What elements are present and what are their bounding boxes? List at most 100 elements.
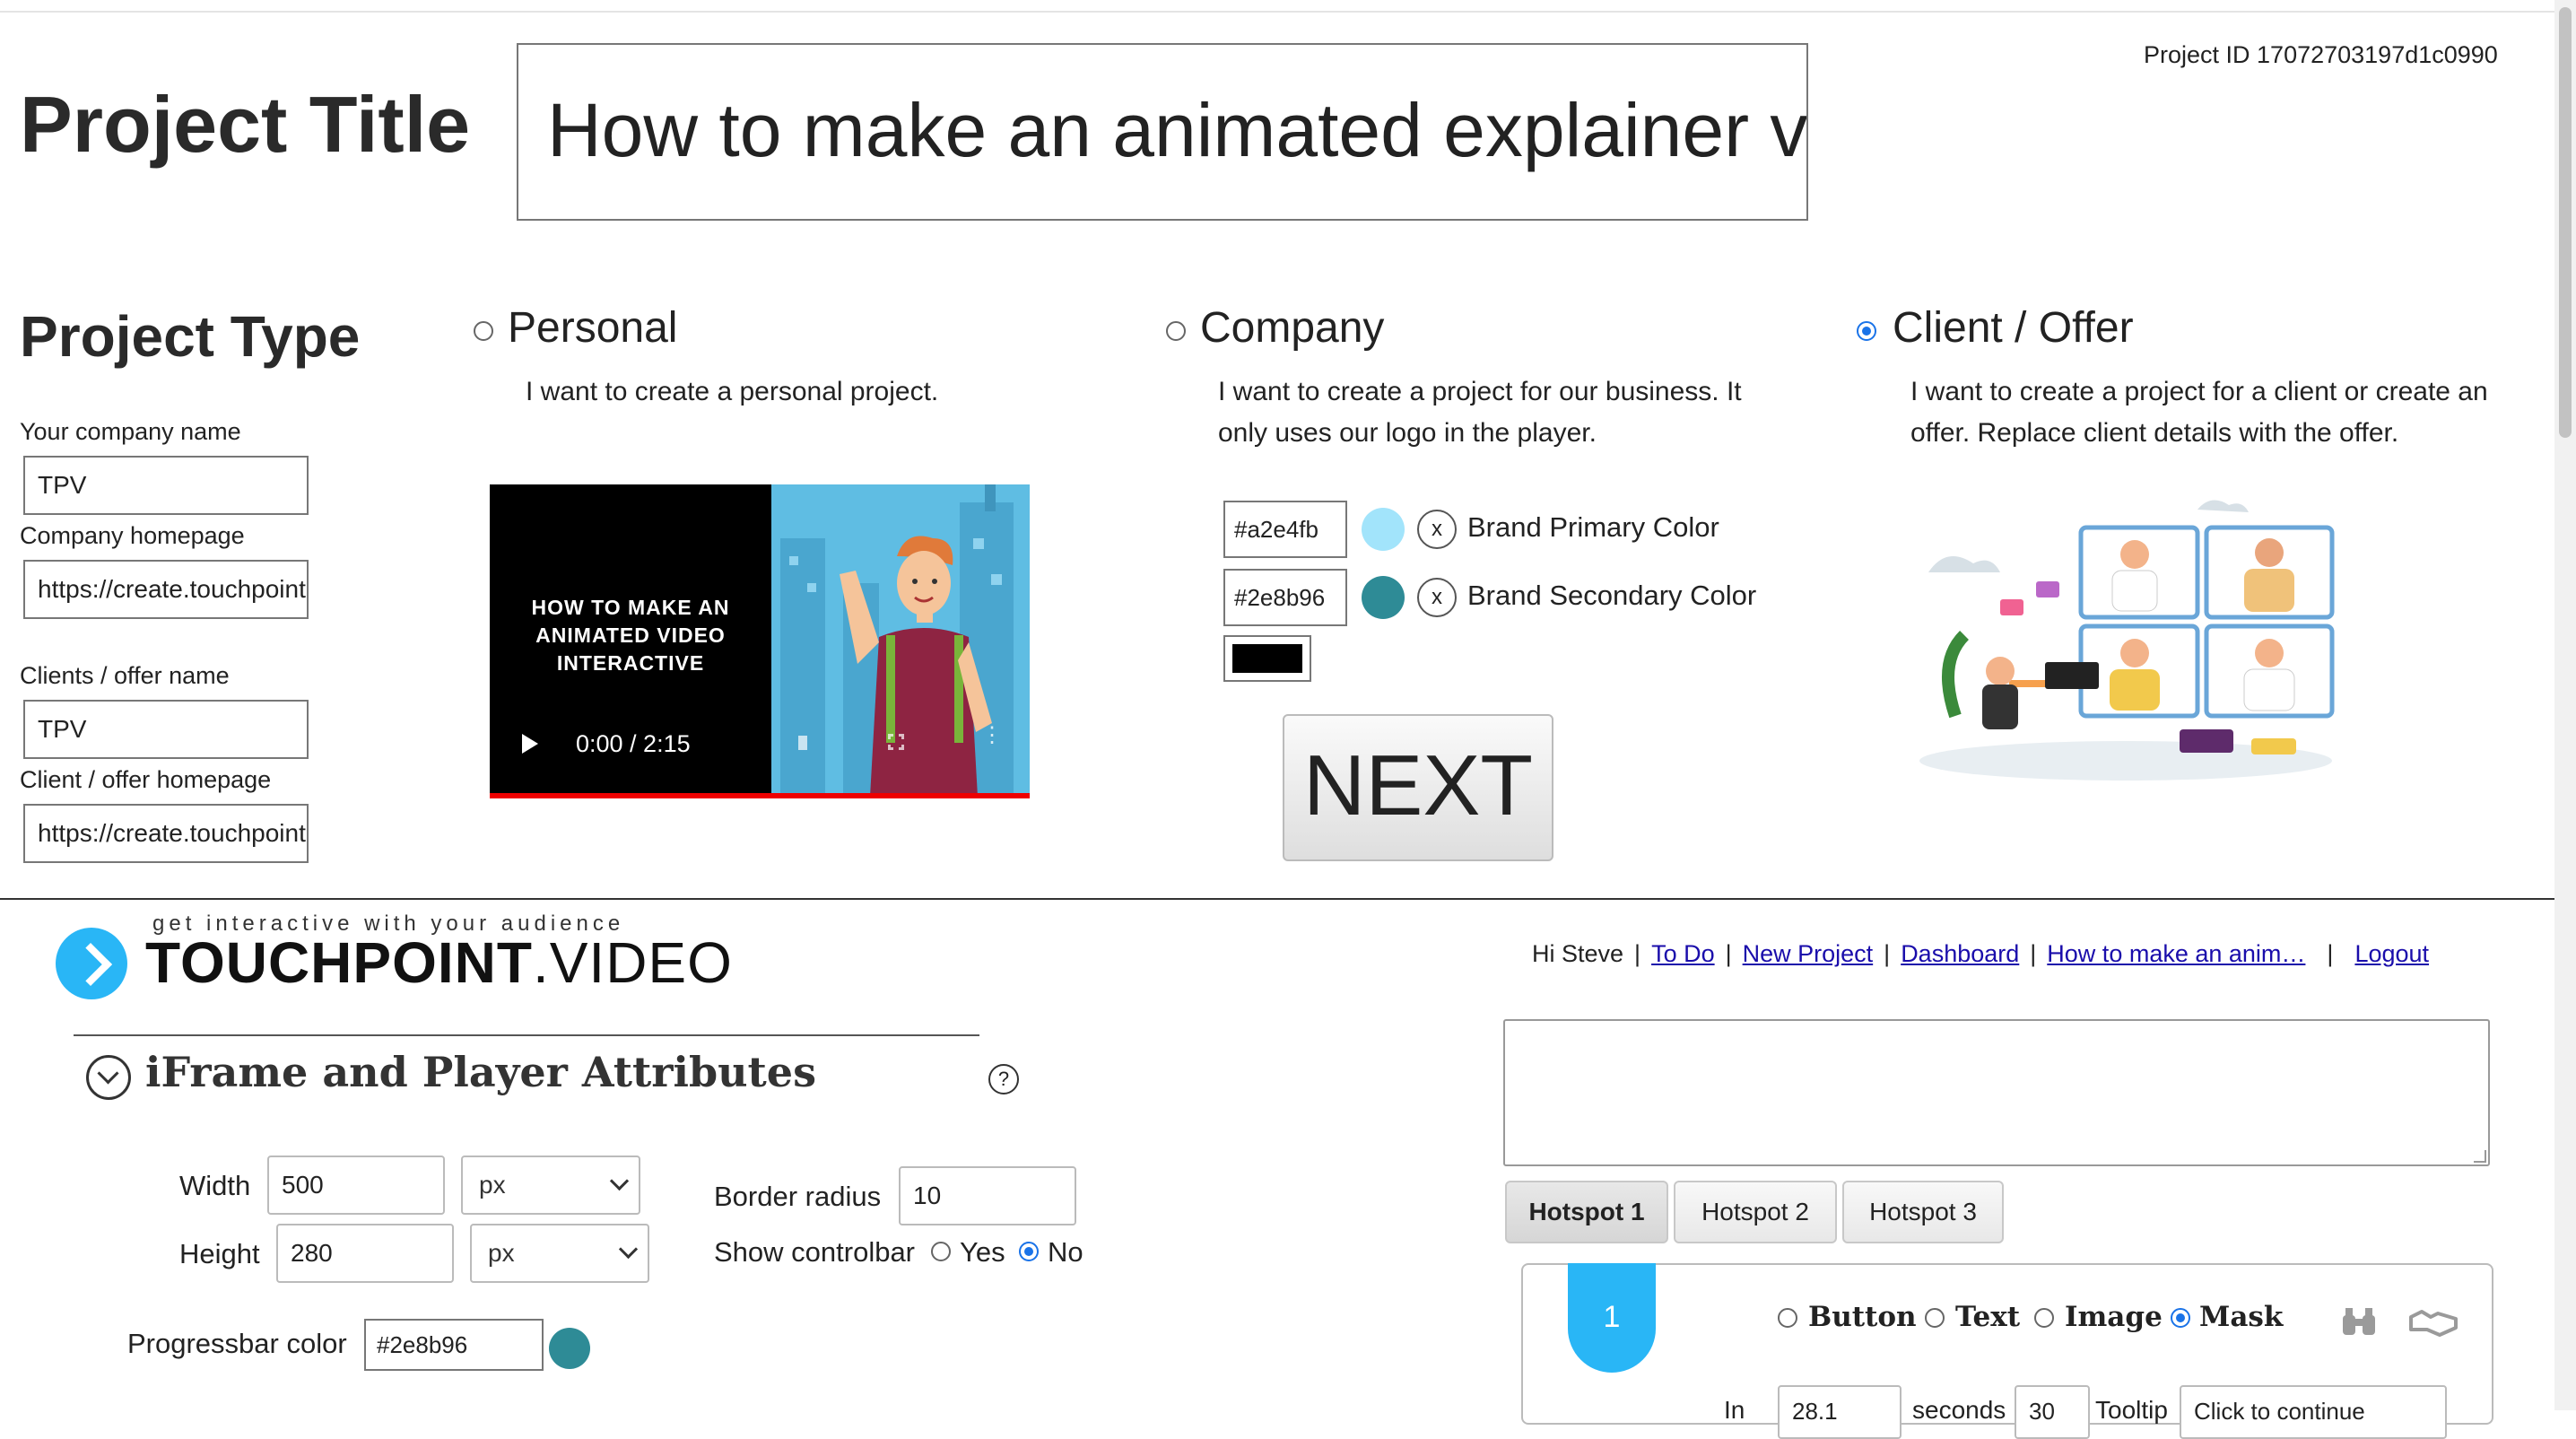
progressbar-color-input[interactable]: #2e8b96 — [364, 1319, 544, 1371]
binoculars-icon[interactable] — [2341, 1306, 2377, 1337]
width-unit-value: px — [479, 1171, 506, 1199]
top-border — [0, 11, 2554, 13]
handshake-icon[interactable] — [2409, 1308, 2458, 1337]
progressbar-color-label: Progressbar color — [127, 1328, 347, 1359]
in-label: In — [1724, 1396, 1745, 1424]
type-button-label: Button — [1808, 1301, 1917, 1333]
section-divider — [0, 898, 2554, 900]
controlbar-no-label: No — [1048, 1236, 1083, 1268]
height-input[interactable]: 280 — [276, 1224, 454, 1283]
brand-secondary-swatch[interactable] — [1362, 576, 1405, 619]
third-color-swatch — [1232, 644, 1302, 673]
company-name-input[interactable]: TPV — [23, 456, 309, 515]
project-title-input[interactable]: How to make an animated explainer video … — [517, 43, 1808, 221]
controlbar-yes-label: Yes — [960, 1236, 1005, 1268]
third-color-picker[interactable] — [1223, 635, 1311, 682]
nav-link-logout[interactable]: Logout — [2354, 940, 2429, 967]
greeting: Hi Steve — [1532, 940, 1624, 967]
type-mask-label: Mask — [2199, 1301, 2284, 1333]
width-unit-select[interactable]: px — [461, 1156, 640, 1215]
type-button-radio[interactable] — [1778, 1308, 1797, 1328]
border-radius-label: Border radius — [714, 1181, 882, 1212]
controlbar-yes-radio[interactable] — [931, 1242, 951, 1261]
chevron-right-icon — [68, 942, 113, 987]
brand-secondary-label: Brand Secondary Color — [1467, 580, 1757, 611]
video-time: 0:00 / 2:15 — [576, 730, 691, 757]
company-name-label: Your company name — [20, 418, 241, 445]
fullscreen-icon[interactable] — [888, 734, 904, 750]
in-time-input[interactable]: 28.1 — [1778, 1385, 1902, 1439]
nav-link-dashboard[interactable]: Dashboard — [1901, 940, 2019, 967]
resize-handle-icon[interactable] — [2474, 1150, 2486, 1163]
client-homepage-label: Client / offer homepage — [20, 766, 272, 793]
client-offer-radio[interactable] — [1857, 321, 1876, 341]
remove-secondary-color-button[interactable]: x — [1417, 578, 1457, 617]
border-radius-input[interactable]: 10 — [899, 1166, 1076, 1225]
top-nav: Hi Steve | To Do | New Project | Dashboard | How… — [1532, 940, 2430, 967]
tooltip-input[interactable]: Click to continue — [2180, 1385, 2447, 1439]
scrollbar-thumb[interactable] — [2559, 7, 2572, 438]
client-offer-option-desc: I want to create a project for a client … — [1910, 377, 2488, 448]
type-mask-radio[interactable] — [2171, 1308, 2190, 1328]
type-text-label: Text — [1955, 1301, 2021, 1333]
logo-wordmark[interactable]: TOUCHPOINT.VIDEO — [145, 929, 733, 996]
help-icon[interactable]: ? — [988, 1064, 1019, 1095]
personal-option-label: Personal — [508, 304, 678, 352]
hotspot-number-badge: 1 — [1568, 1263, 1656, 1373]
width-input[interactable]: 500 — [267, 1156, 445, 1215]
project-id: Project ID 17072703197d1c0990 — [2144, 41, 2498, 68]
height-unit-value: px — [488, 1239, 515, 1267]
tab-hotspot-2[interactable]: Hotspot 2 — [1674, 1181, 1837, 1243]
brand-primary-swatch[interactable] — [1362, 508, 1405, 551]
duration-input[interactable]: 30 — [2015, 1385, 2090, 1439]
nav-link-current-project[interactable]: How to make an anim… — [2047, 940, 2305, 967]
hotspot-textarea[interactable] — [1503, 1019, 2490, 1166]
company-homepage-label: Company homepage — [20, 522, 245, 549]
logo-bold-text: TOUCHPOINT — [145, 930, 533, 995]
iframe-section-title: iFrame and Player Attributes — [145, 1048, 816, 1096]
video-caption: HOW TO MAKE AN ANIMATED VIDEO INTERACTIV… — [531, 596, 730, 675]
video-progress-bar[interactable] — [490, 793, 1030, 798]
client-name-input[interactable]: TPV — [23, 700, 309, 759]
collapse-toggle-icon[interactable] — [86, 1055, 131, 1100]
logo-light-text: .VIDEO — [532, 930, 733, 995]
nav-link-todo[interactable]: To Do — [1651, 940, 1715, 967]
client-offer-option-label: Client / Offer — [1893, 304, 2134, 352]
brand-primary-label: Brand Primary Color — [1467, 511, 1719, 543]
brand-secondary-hex-input[interactable]: #2e8b96 — [1223, 569, 1347, 626]
section-rule — [74, 1034, 979, 1036]
tab-hotspot-1[interactable]: Hotspot 1 — [1505, 1181, 1668, 1243]
company-option-label: Company — [1200, 304, 1385, 352]
type-text-radio[interactable] — [1925, 1308, 1945, 1328]
tab-hotspot-3[interactable]: Hotspot 3 — [1842, 1181, 2004, 1243]
logo-icon[interactable] — [56, 928, 127, 999]
company-homepage-input[interactable]: https://create.touchpoint — [23, 560, 309, 619]
controlbar-no-radio[interactable] — [1019, 1242, 1039, 1261]
progressbar-color-swatch[interactable] — [549, 1328, 590, 1369]
width-label: Width — [179, 1170, 251, 1201]
company-radio[interactable] — [1166, 321, 1186, 341]
company-option-desc: I want to create a project for our busin… — [1218, 377, 1742, 448]
next-button[interactable]: NEXT — [1283, 714, 1553, 861]
chevron-down-icon — [618, 1239, 639, 1260]
height-unit-select[interactable]: px — [470, 1224, 649, 1283]
more-options-icon[interactable]: ⋮ — [981, 725, 1003, 746]
video-player[interactable]: HOW TO MAKE AN ANIMATED VIDEO INTERACTIV… — [490, 484, 1030, 797]
controlbar-label: Show controlbar — [714, 1236, 916, 1268]
project-title-label: Project Title — [20, 80, 471, 169]
volume-icon[interactable] — [798, 736, 807, 750]
video-conference-illustration — [1910, 492, 2341, 788]
type-image-radio[interactable] — [2034, 1308, 2054, 1328]
play-icon[interactable] — [522, 734, 538, 754]
brand-primary-hex-input[interactable]: #a2e4fb — [1223, 501, 1347, 558]
remove-primary-color-button[interactable]: x — [1417, 510, 1457, 549]
chevron-down-icon — [97, 1062, 119, 1085]
height-label: Height — [179, 1238, 260, 1269]
project-type-heading: Project Type — [20, 304, 361, 369]
type-image-label: Image — [2065, 1301, 2163, 1333]
personal-option-desc: I want to create a personal project. — [526, 377, 939, 406]
nav-link-new-project[interactable]: New Project — [1743, 940, 1874, 967]
personal-radio[interactable] — [474, 321, 493, 341]
client-name-label: Clients / offer name — [20, 662, 230, 689]
client-homepage-input[interactable]: https://create.touchpoint — [23, 804, 309, 863]
